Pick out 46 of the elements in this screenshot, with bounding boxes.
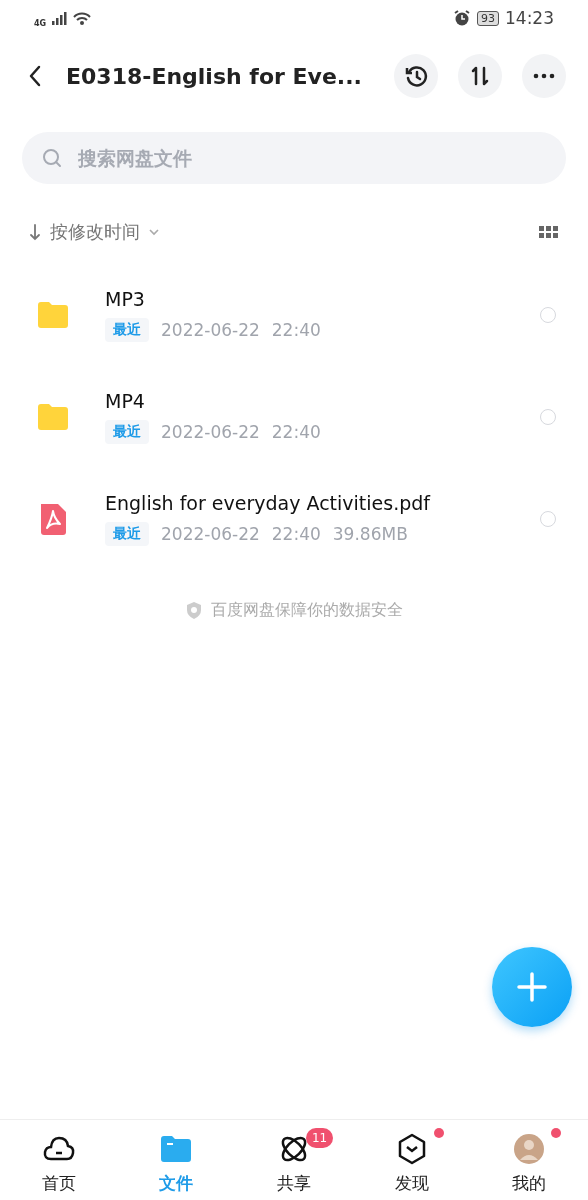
history-icon: [404, 64, 428, 88]
shield-icon: [185, 601, 203, 620]
caret-icon: [148, 227, 160, 237]
avatar-icon: [512, 1132, 547, 1166]
recent-tag: 最近: [105, 420, 149, 444]
nav-tab[interactable]: 共享 11: [235, 1120, 353, 1200]
alarm-icon: [453, 9, 471, 27]
file-row[interactable]: MP4 最近 2022-06-22 22:40: [0, 366, 588, 468]
arrow-down-icon: [28, 223, 42, 241]
history-button[interactable]: [394, 54, 438, 98]
count-badge: 11: [306, 1128, 334, 1148]
file-row[interactable]: MP3 最近 2022-06-22 22:40: [0, 264, 588, 366]
select-radio[interactable]: [540, 307, 556, 323]
recent-tag: 最近: [105, 318, 149, 342]
wifi-icon: [73, 11, 92, 25]
file-date: 2022-06-22: [161, 320, 260, 340]
signal-icon: [52, 11, 68, 25]
security-note: 百度网盘保障你的数据安全: [211, 600, 403, 621]
folder-title: E0318-English for Eve...: [66, 63, 363, 89]
file-time: 22:40: [271, 524, 321, 544]
status-time: 14:23: [505, 8, 554, 28]
nav-tab[interactable]: 首页: [0, 1120, 118, 1200]
file-size: 39.86MB: [332, 524, 408, 544]
file-time: 22:40: [271, 320, 321, 340]
recent-tag: 最近: [105, 522, 149, 546]
file-name: English for everyday Activities.pdf: [105, 492, 432, 514]
select-radio[interactable]: [540, 511, 556, 527]
select-radio[interactable]: [540, 409, 556, 425]
file-row[interactable]: English for everyday Activities.pdf 最近 2022-06-22 22:40 39.86MB: [0, 468, 588, 570]
nav-tab[interactable]: 发现: [352, 1120, 471, 1200]
file-name: MP3: [105, 288, 146, 310]
file-name: MP4: [105, 390, 146, 412]
sort-dropdown[interactable]: 按修改时间: [28, 220, 160, 244]
network-label: 4G: [34, 18, 47, 28]
file-time: 22:40: [271, 422, 321, 442]
battery-level: 93: [477, 10, 499, 26]
file-date: 2022-06-22: [161, 422, 260, 442]
grid-view-icon[interactable]: [539, 226, 558, 238]
more-button[interactable]: [522, 54, 566, 98]
search-field[interactable]: 搜索网盘文件: [22, 132, 566, 184]
add-button[interactable]: [492, 947, 572, 1027]
more-icon: [533, 73, 555, 79]
plus-icon: [516, 971, 548, 1003]
nav-tab[interactable]: 我的: [470, 1120, 588, 1200]
sort-button[interactable]: [458, 54, 502, 98]
file-date: 2022-06-22: [161, 524, 260, 544]
